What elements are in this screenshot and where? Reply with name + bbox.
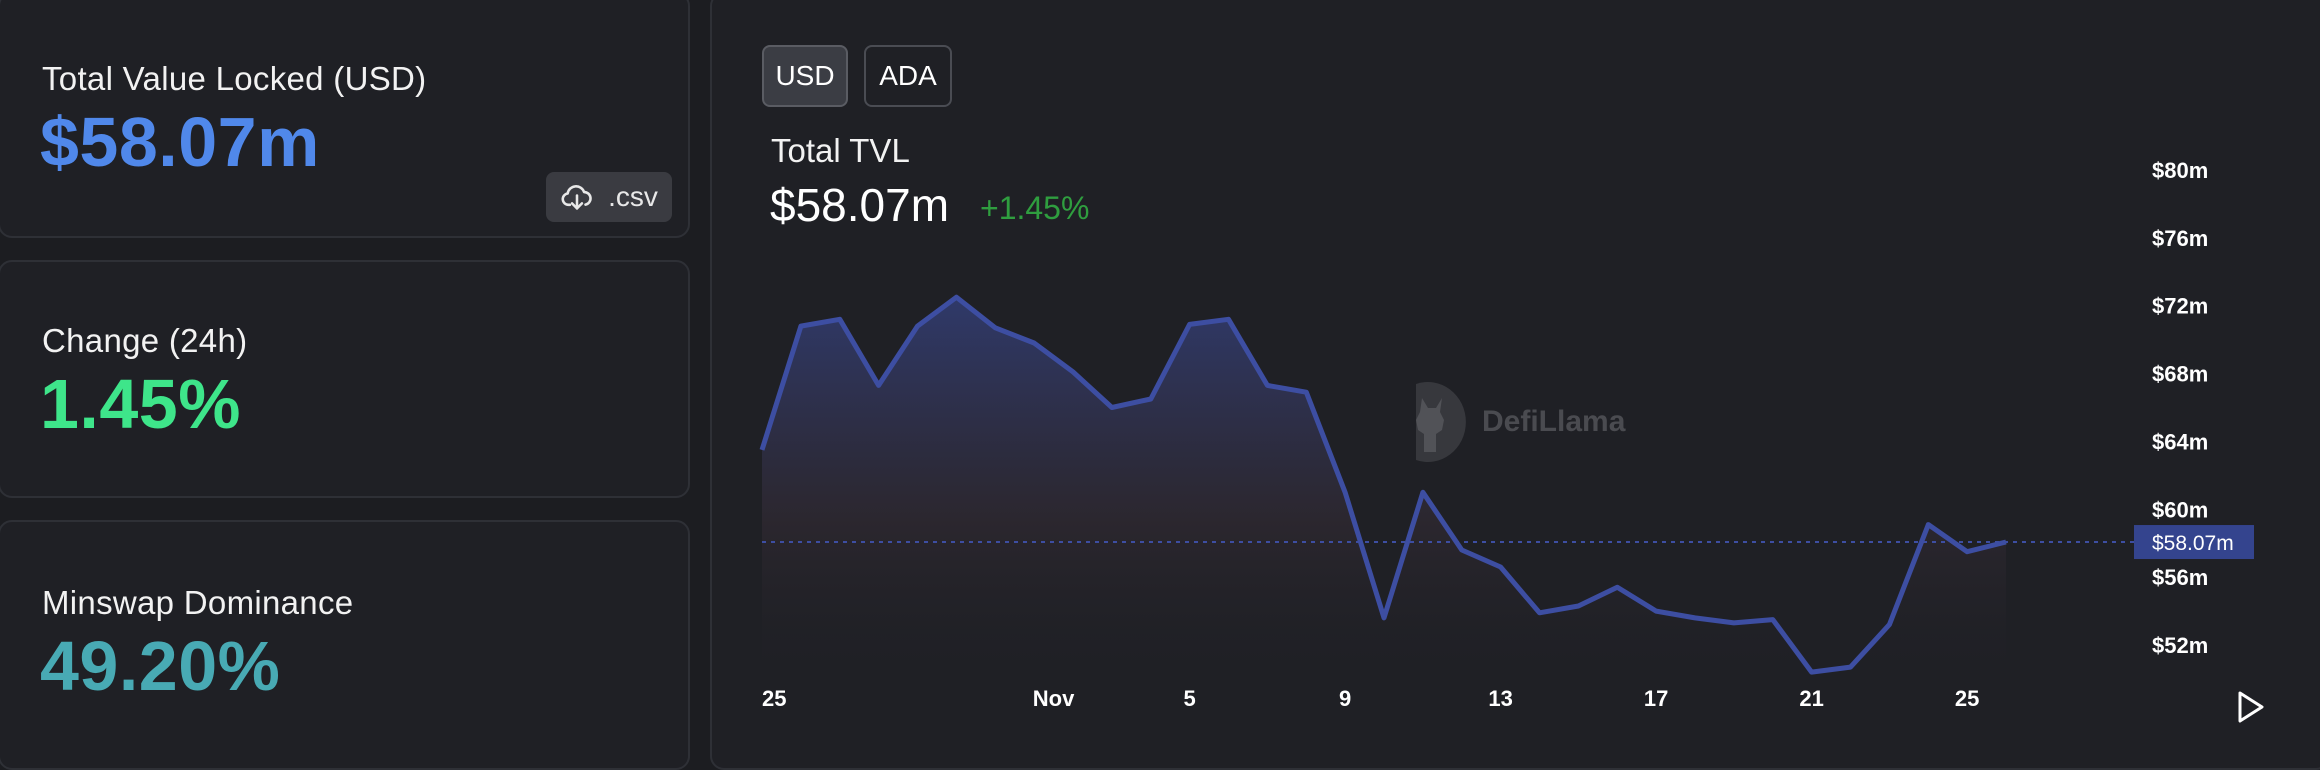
llama-logo-icon bbox=[1416, 382, 1466, 462]
y-tick-label: $68m bbox=[2152, 362, 2208, 387]
x-tick-label: 21 bbox=[1799, 686, 1823, 711]
x-tick-label: 17 bbox=[1644, 686, 1668, 711]
current-value-marker-label: $58.07m bbox=[2152, 532, 2234, 555]
x-tick-label: 13 bbox=[1488, 686, 1512, 711]
tvl-chart[interactable]: $80m $76m $72m $68m $64m $60m $56m $52m $58.07m 2… bbox=[0, 0, 2320, 758]
y-tick-label: $56m bbox=[2152, 565, 2208, 590]
y-tick-label: $64m bbox=[2152, 429, 2208, 454]
x-tick-label: 9 bbox=[1339, 686, 1351, 711]
defillama-watermark: DefiLlama bbox=[1396, 380, 1625, 464]
y-tick-label: $60m bbox=[2152, 497, 2208, 522]
play-icon[interactable] bbox=[2236, 690, 2266, 724]
x-tick-label: 25 bbox=[1955, 686, 1979, 711]
x-tick-label: 5 bbox=[1184, 686, 1196, 711]
x-tick-label: 25 bbox=[762, 686, 786, 711]
y-tick-label: $52m bbox=[2152, 633, 2208, 658]
y-tick-label: $76m bbox=[2152, 226, 2208, 251]
y-tick-label: $80m bbox=[2152, 158, 2208, 183]
y-tick-label: $72m bbox=[2152, 294, 2208, 319]
x-tick-label: Nov bbox=[1033, 686, 1075, 711]
watermark-text: DefiLlama bbox=[1482, 405, 1626, 438]
